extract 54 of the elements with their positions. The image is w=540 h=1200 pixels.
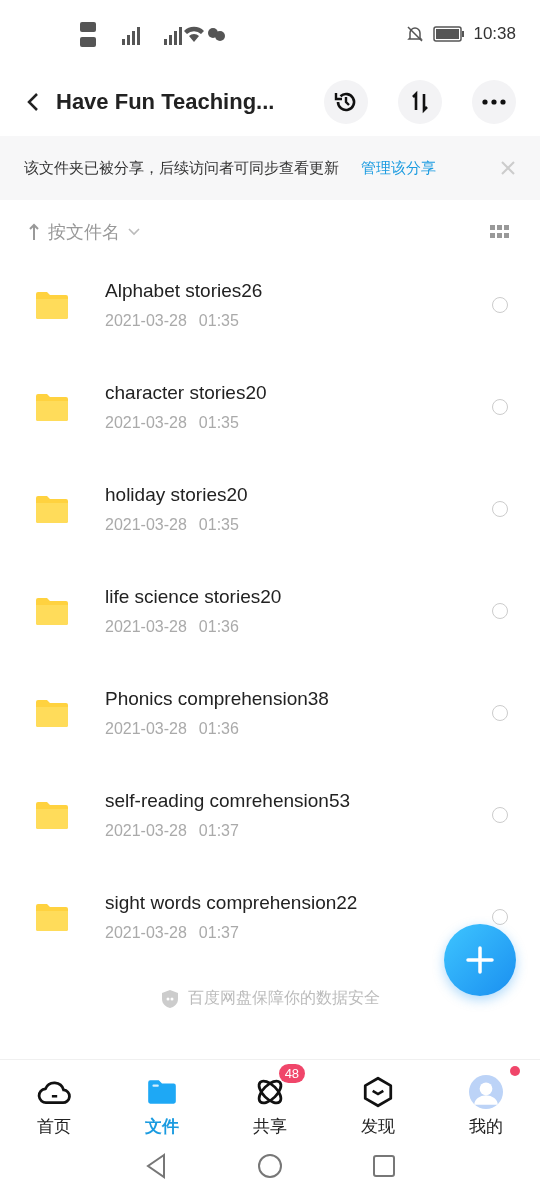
status-time: 10:38 <box>473 24 516 44</box>
modified-date: 2021-03-28 <box>105 924 187 942</box>
sort-button[interactable] <box>398 80 442 124</box>
folder-name[interactable]: life science stories20 <box>105 586 492 608</box>
folder-name[interactable]: sight words comprehension22 <box>105 892 492 914</box>
nav-tab[interactable]: 共享 48 <box>216 1060 324 1152</box>
folder-name[interactable]: self-reading comrehension53 <box>105 790 492 812</box>
folder-name[interactable]: holiday stories20 <box>105 484 492 506</box>
modified-time: 01:35 <box>198 414 239 432</box>
modified-time: 01:36 <box>198 618 239 636</box>
folder-title: Have Fun Teaching... <box>56 89 276 115</box>
modified-date: 2021-03-28 <box>105 516 187 534</box>
nav-tab[interactable]: 首页 <box>0 1060 108 1152</box>
history-button[interactable] <box>324 80 368 124</box>
folder-icon <box>36 597 68 625</box>
nav-tab[interactable]: 发现 <box>324 1060 432 1152</box>
folder-name[interactable]: Phonics comprehension38 <box>105 688 492 710</box>
modified-date: 2021-03-28 <box>105 822 187 840</box>
close-icon[interactable] <box>500 160 516 176</box>
modified-date: 2021-03-28 <box>105 720 187 738</box>
folder-name[interactable]: Alphabet stories26 <box>105 280 492 302</box>
folder-icon <box>36 495 68 523</box>
folder-icon <box>36 393 68 421</box>
notification-badge: 48 <box>278 1064 306 1083</box>
modified-time: 01:35 <box>198 312 239 330</box>
hexagon-clock-icon <box>361 1074 395 1109</box>
plus-icon <box>465 945 495 975</box>
modified-time: 01:37 <box>198 924 239 942</box>
battery-icon <box>433 26 466 42</box>
arrow-up-icon <box>28 223 40 241</box>
folder-icon <box>36 801 68 829</box>
recents-nav-icon[interactable] <box>370 1152 398 1180</box>
security-note: 百度网盘保障你的数据安全 <box>188 988 380 1009</box>
bell-off-icon <box>405 24 426 44</box>
folder-icon <box>36 291 68 319</box>
modified-date: 2021-03-28 <box>105 414 187 432</box>
shield-icon <box>160 988 180 1009</box>
modified-date: 2021-03-28 <box>105 618 187 636</box>
avatar-icon <box>469 1074 503 1109</box>
add-button[interactable] <box>444 924 516 996</box>
folder-name[interactable]: character stories20 <box>105 382 492 404</box>
share-notice: 该文件夹已被分享，后续访问者可同步查看更新 <box>24 158 339 178</box>
more-icon <box>482 99 506 105</box>
chevron-down-icon[interactable] <box>128 228 140 236</box>
home-nav-icon[interactable] <box>256 1152 284 1180</box>
more-button[interactable] <box>472 80 516 124</box>
modified-time: 01:36 <box>198 720 239 738</box>
folder-icon <box>36 903 68 931</box>
modified-time: 01:37 <box>198 822 239 840</box>
modified-date: 2021-03-28 <box>105 312 187 330</box>
nav-tab[interactable]: 我的 <box>432 1060 540 1152</box>
folder-icon <box>36 699 68 727</box>
grid-view-icon[interactable] <box>490 225 510 239</box>
modified-time: 01:35 <box>198 516 239 534</box>
